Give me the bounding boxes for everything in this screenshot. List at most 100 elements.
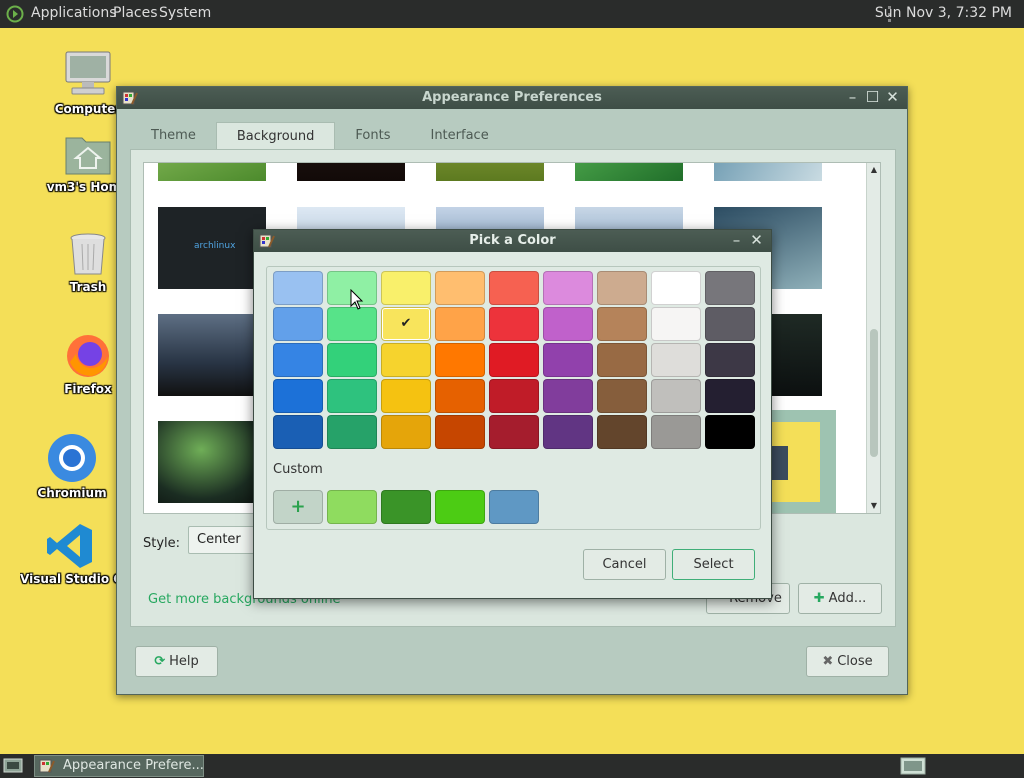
color-swatch[interactable]: ✔ xyxy=(381,307,431,341)
color-swatch[interactable] xyxy=(273,343,323,377)
color-swatch[interactable] xyxy=(651,343,701,377)
color-swatch[interactable] xyxy=(543,343,593,377)
window-title: Appearance Preferences xyxy=(422,90,602,105)
add-button[interactable]: ✚ Add... xyxy=(798,583,882,614)
background-thumbnail[interactable] xyxy=(158,314,266,396)
help-button[interactable]: ⟳ Help xyxy=(135,646,218,677)
minimize-icon[interactable]: – xyxy=(844,89,861,106)
color-swatch[interactable] xyxy=(435,343,485,377)
appearance-app-icon[interactable] xyxy=(259,233,275,249)
close-x-icon: ✖ xyxy=(822,654,834,669)
custom-color-swatch[interactable] xyxy=(327,490,377,524)
color-swatch[interactable] xyxy=(489,343,539,377)
desktop-icon-chromium[interactable]: Chromium xyxy=(24,432,120,500)
color-swatch[interactable] xyxy=(651,415,701,449)
color-swatch[interactable] xyxy=(543,415,593,449)
color-swatch[interactable] xyxy=(435,415,485,449)
scroll-down-icon[interactable]: ▼ xyxy=(867,499,880,513)
window-titlebar[interactable]: Appearance Preferences – ☐ ✕ xyxy=(117,87,907,109)
maximize-icon[interactable]: ☐ xyxy=(864,89,881,106)
help-button-label: Help xyxy=(169,654,199,669)
custom-label: Custom xyxy=(273,462,323,477)
computer-icon xyxy=(65,51,111,95)
tab-fonts[interactable]: Fonts xyxy=(335,122,410,149)
help-icon: ⟳ xyxy=(154,654,166,669)
color-swatch[interactable] xyxy=(489,307,539,341)
menu-system[interactable]: System xyxy=(159,5,211,21)
dialog-titlebar[interactable]: Pick a Color – ✕ xyxy=(254,230,771,252)
color-swatch[interactable] xyxy=(273,379,323,413)
color-swatch[interactable] xyxy=(273,415,323,449)
color-swatch[interactable] xyxy=(543,307,593,341)
color-swatch[interactable] xyxy=(651,379,701,413)
menu-places[interactable]: Places xyxy=(113,5,158,21)
add-button-label: Add... xyxy=(828,591,867,606)
color-swatch[interactable] xyxy=(273,307,323,341)
color-swatch[interactable] xyxy=(327,379,377,413)
color-swatch[interactable] xyxy=(705,343,755,377)
background-thumbnail[interactable] xyxy=(575,163,683,181)
tab-interface[interactable]: Interface xyxy=(410,122,508,149)
workspace-switcher-icon[interactable] xyxy=(900,757,926,775)
tab-theme[interactable]: Theme xyxy=(131,122,216,149)
color-swatch[interactable] xyxy=(273,271,323,305)
background-thumbnail[interactable] xyxy=(158,163,266,181)
color-swatch[interactable] xyxy=(597,271,647,305)
scrollbar-thumb[interactable] xyxy=(870,329,878,457)
minimize-icon[interactable]: – xyxy=(728,232,745,249)
color-swatch[interactable] xyxy=(327,271,377,305)
scroll-up-icon[interactable]: ▲ xyxy=(867,163,880,177)
color-swatch[interactable] xyxy=(597,379,647,413)
color-swatch[interactable] xyxy=(705,271,755,305)
color-swatch[interactable] xyxy=(381,271,431,305)
add-custom-color-button[interactable]: + xyxy=(273,490,323,524)
color-swatch[interactable] xyxy=(597,343,647,377)
color-swatch[interactable] xyxy=(543,271,593,305)
appearance-app-icon[interactable] xyxy=(122,90,138,106)
color-swatch[interactable] xyxy=(381,379,431,413)
custom-color-swatch[interactable] xyxy=(381,490,431,524)
color-swatch[interactable] xyxy=(381,415,431,449)
color-swatch[interactable] xyxy=(327,415,377,449)
gallery-scrollbar[interactable]: ▲ ▼ xyxy=(866,163,880,513)
custom-color-swatch[interactable] xyxy=(489,490,539,524)
custom-color-swatch[interactable] xyxy=(435,490,485,524)
close-icon[interactable]: ✕ xyxy=(884,89,901,106)
color-swatch[interactable] xyxy=(651,271,701,305)
close-icon[interactable]: ✕ xyxy=(748,232,765,249)
color-swatch[interactable] xyxy=(543,379,593,413)
close-button[interactable]: ✖ Close xyxy=(806,646,889,677)
menu-applications[interactable]: Applications xyxy=(31,5,117,21)
color-swatch[interactable] xyxy=(651,307,701,341)
background-thumbnail[interactable]: archlinux xyxy=(158,207,266,289)
bottom-panel: Appearance Prefere... xyxy=(0,754,1024,778)
color-swatch[interactable] xyxy=(381,343,431,377)
color-swatch[interactable] xyxy=(327,307,377,341)
color-swatch[interactable] xyxy=(489,271,539,305)
color-swatch[interactable] xyxy=(435,307,485,341)
taskbar-appearance-button[interactable]: Appearance Prefere... xyxy=(34,755,204,777)
tab-background[interactable]: Background xyxy=(215,122,336,149)
color-swatch[interactable] xyxy=(705,379,755,413)
close-button-label: Close xyxy=(837,654,873,669)
color-swatch[interactable] xyxy=(597,415,647,449)
distro-logo-icon[interactable] xyxy=(6,5,24,23)
color-swatch[interactable] xyxy=(327,343,377,377)
background-thumbnail[interactable] xyxy=(714,163,822,181)
color-swatch[interactable] xyxy=(597,307,647,341)
desktop-icon-vscode[interactable]: Visual Studio Code xyxy=(20,522,120,586)
color-swatch[interactable] xyxy=(489,379,539,413)
background-thumbnail[interactable] xyxy=(297,163,405,181)
color-swatch[interactable] xyxy=(705,307,755,341)
color-swatch[interactable] xyxy=(489,415,539,449)
dialog-title: Pick a Color xyxy=(469,233,556,248)
color-swatch[interactable] xyxy=(705,415,755,449)
background-thumbnail[interactable] xyxy=(158,421,266,503)
color-swatch[interactable] xyxy=(435,271,485,305)
background-thumbnail[interactable] xyxy=(436,163,544,181)
clock[interactable]: Sun Nov 3, 7:32 PM xyxy=(875,5,1012,21)
color-swatch[interactable] xyxy=(435,379,485,413)
select-button[interactable]: Select xyxy=(672,549,755,580)
cancel-button[interactable]: Cancel xyxy=(583,549,666,580)
show-desktop-icon[interactable] xyxy=(3,757,23,775)
